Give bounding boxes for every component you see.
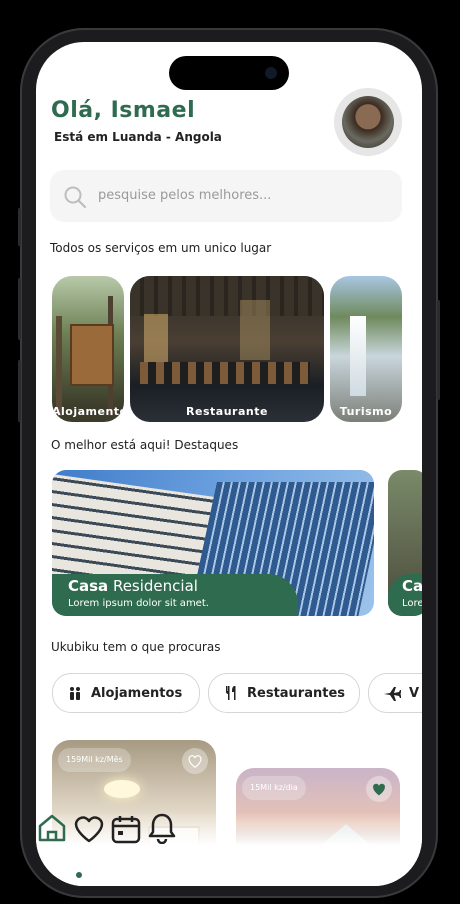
active-indicator [76,872,82,878]
filters-section-title: Ukubiku tem o que procuras [51,640,221,654]
ceiling-illustration [130,276,324,316]
highlight-caption: Ca Lore [388,574,422,616]
people-icon [70,687,80,700]
price-badge: 159Mil kz/Mês [58,748,131,772]
highlight-title-bold: Casa [68,577,109,595]
price-badge: 15Mil kz/dia [242,776,306,800]
plane-icon [384,687,401,701]
heart-outline-icon [188,754,202,768]
search-icon [64,186,87,209]
category-card-alojamento[interactable]: Alojamento [52,276,124,422]
window-light [240,300,270,360]
location-text: Está em Luanda - Angola [54,130,222,144]
home-icon[interactable] [36,812,68,844]
highlight-card[interactable]: Casa Residencial Lorem ipsum dolor sit a… [52,470,374,616]
search-input[interactable]: pesquise pelos melhores... [50,170,402,222]
search-placeholder: pesquise pelos melhores... [98,188,272,203]
filter-label: Restaurantes [247,685,346,701]
window-light [144,314,168,364]
bell-icon[interactable] [147,812,177,845]
highlight-title-rest: Residencial [108,577,198,595]
filter-chip-restaurantes[interactable]: Restaurantes [208,673,360,713]
cabin-illustration [70,324,114,386]
heart-filled-icon [373,783,385,795]
heart-icon[interactable] [73,814,105,844]
filter-label: V [409,685,420,701]
favorite-button[interactable] [366,776,392,802]
highlight-title: Ca [402,577,422,595]
category-label: Turismo [339,405,393,418]
bottom-nav [36,812,422,886]
filter-chip-alojamentos[interactable]: Alojamentos [52,673,200,713]
side-button [18,208,21,246]
highlight-subtitle: Lore [402,598,422,609]
tree-trunk [56,316,62,416]
highlights-section-title: O melhor está aqui! Destaques [51,438,239,452]
waterfall-illustration [350,316,366,396]
favorite-button[interactable] [182,748,208,774]
highlight-card-peek[interactable]: Ca Lore [388,470,422,616]
highlight-subtitle: Lorem ipsum dolor sit amet. [68,598,209,609]
calendar-icon[interactable] [110,814,142,844]
volume-up-button [18,278,21,340]
camera-icon [265,67,277,79]
dynamic-island [169,56,289,90]
filter-label: Alojamentos [91,685,183,701]
cutlery-icon [226,686,236,700]
power-button [437,300,440,400]
category-label: Alojamento [52,405,124,418]
services-section-title: Todos os serviços em um unico lugar [50,241,272,255]
highlight-title: Casa Residencial [68,577,198,595]
app-screen: Olá, Ismael Está em Luanda - Angola pesq… [36,42,422,886]
greeting-title: Olá, Ismael [51,98,196,123]
category-label: Restaurante [186,405,268,418]
avatar [342,96,394,148]
category-card-turismo[interactable]: Turismo [330,276,402,422]
chairs-illustration [140,362,310,384]
highlight-caption: Casa Residencial Lorem ipsum dolor sit a… [52,574,298,616]
volume-down-button [18,360,21,422]
category-card-restaurante[interactable]: Restaurante [130,276,324,422]
ceiling-light [104,780,140,798]
profile-avatar[interactable] [334,88,402,156]
filter-chip-viagens[interactable]: V [368,673,422,713]
